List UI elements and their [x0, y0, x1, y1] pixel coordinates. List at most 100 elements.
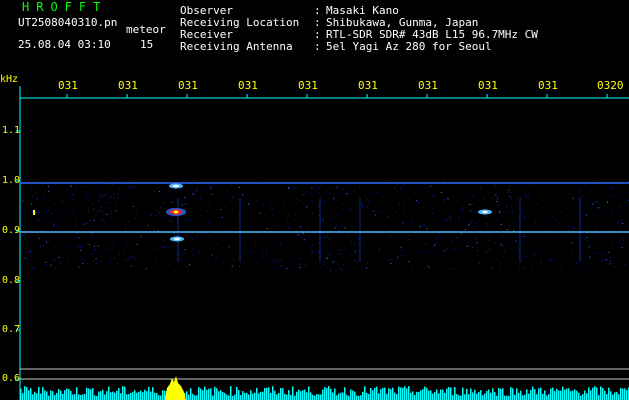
noise-speck: [242, 194, 243, 196]
strength-bar: [60, 390, 62, 400]
noise-speck: [108, 249, 109, 251]
noise-speck: [125, 233, 127, 235]
noise-speck: [341, 269, 343, 271]
noise-speck: [76, 224, 78, 226]
noise-speck: [265, 251, 267, 253]
noise-speck: [93, 208, 94, 209]
noise-speck: [48, 191, 50, 192]
noise-speck: [256, 200, 258, 202]
noise-speck: [373, 193, 375, 195]
noise-speck: [598, 207, 600, 209]
strength-bar: [424, 386, 426, 400]
noise-speck: [549, 258, 551, 260]
noise-speck: [53, 223, 55, 224]
noise-speck: [36, 196, 38, 198]
strength-bar: [466, 388, 468, 400]
strength-bar: [28, 390, 30, 400]
noise-speck: [318, 193, 320, 194]
noise-speck: [368, 201, 369, 202]
noise-speck: [65, 180, 67, 182]
noise-speck: [353, 209, 355, 211]
noise-speck: [24, 217, 26, 219]
noise-speck: [210, 187, 212, 189]
noise-speck: [232, 196, 233, 197]
noise-speck: [93, 245, 95, 247]
noise-speck: [42, 237, 43, 239]
noise-speck: [38, 237, 40, 239]
noise-speck: [583, 228, 585, 230]
strength-bar: [202, 390, 204, 400]
strength-bar: [32, 394, 34, 400]
noise-speck: [411, 222, 413, 224]
noise-speck: [182, 254, 184, 256]
strength-bar: [258, 393, 260, 400]
noise-speck: [545, 187, 547, 189]
noise-speck: [390, 235, 392, 237]
noise-speck: [330, 187, 332, 189]
noise-speck: [340, 268, 342, 270]
strength-bar: [138, 391, 140, 400]
noise-speck: [518, 249, 520, 250]
noise-speck: [294, 214, 296, 216]
noise-speck: [85, 194, 87, 196]
strength-bar: [432, 393, 434, 400]
noise-speck: [145, 268, 147, 270]
strength-bar: [492, 388, 494, 400]
noise-speck: [620, 220, 622, 222]
noise-speck: [463, 189, 465, 191]
noise-speck: [329, 238, 331, 240]
strength-bar: [84, 394, 86, 400]
noise-speck: [426, 228, 428, 230]
noise-speck: [61, 217, 63, 219]
noise-speck: [351, 225, 353, 227]
strength-bar: [326, 388, 328, 400]
noise-speck: [449, 216, 451, 218]
strength-bar: [484, 393, 486, 400]
noise-speck: [295, 188, 297, 189]
noise-speck: [78, 266, 80, 268]
strength-bar: [532, 386, 534, 400]
noise-speck: [95, 190, 97, 192]
noise-speck: [534, 255, 536, 257]
noise-speck: [125, 244, 127, 246]
noise-speck: [107, 244, 109, 246]
noise-speck: [305, 265, 307, 267]
noise-speck: [317, 205, 319, 207]
noise-speck: [322, 217, 324, 219]
noise-speck: [67, 259, 69, 261]
noise-speck: [337, 244, 339, 246]
noise-speck: [116, 266, 118, 268]
strength-bar: [262, 391, 264, 400]
noise-speck: [113, 193, 115, 195]
noise-speck: [196, 235, 198, 237]
noise-speck: [274, 191, 276, 193]
noise-speck: [353, 228, 354, 230]
noise-speck: [168, 264, 170, 266]
strength-bar: [462, 387, 464, 400]
strength-bar: [296, 391, 298, 400]
strength-bar: [250, 390, 252, 400]
noise-speck: [207, 260, 209, 262]
noise-speck: [447, 198, 449, 200]
strength-bar: [614, 392, 616, 400]
noise-speck: [415, 188, 417, 190]
noise-speck: [129, 187, 131, 189]
noise-speck: [337, 249, 339, 251]
noise-speck: [323, 261, 325, 263]
noise-speck: [551, 259, 553, 261]
noise-speck: [501, 235, 503, 237]
noise-speck: [208, 235, 210, 237]
noise-speck: [86, 223, 88, 224]
noise-speck: [472, 203, 474, 205]
strength-bar: [574, 389, 576, 400]
noise-speck: [422, 245, 424, 247]
strength-bar: [624, 388, 626, 400]
noise-speck: [107, 197, 109, 199]
noise-speck: [300, 257, 302, 259]
noise-speck: [577, 197, 579, 199]
strength-bar: [244, 392, 246, 400]
strength-bar: [474, 389, 476, 400]
strength-bar: [586, 393, 588, 400]
strength-bar: [266, 387, 268, 400]
noise-speck: [510, 197, 512, 199]
